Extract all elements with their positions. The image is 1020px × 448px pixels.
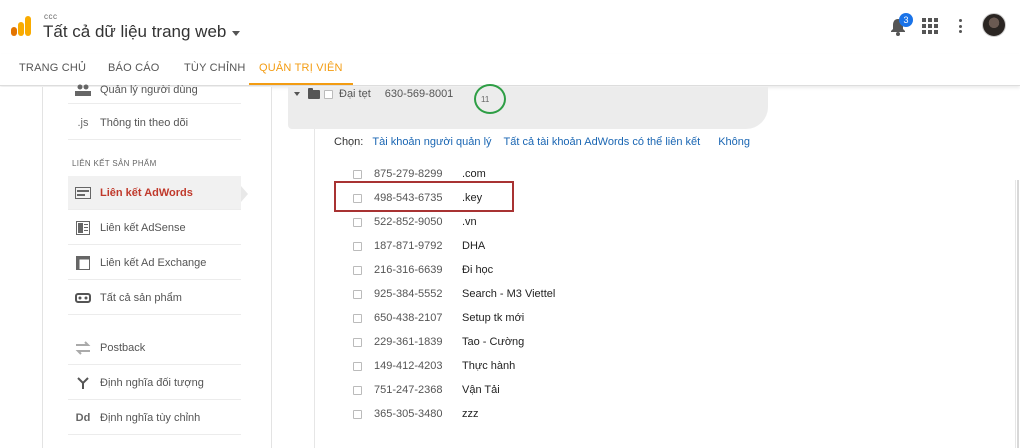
sidebar-item-ad-exchange-linking[interactable]: Liên kết Ad Exchange [68,246,241,280]
list-item: 365-305-3480 zzz [353,406,479,422]
property-title: Tất cả dữ liệu trang web [43,22,227,41]
avatar[interactable] [982,13,1006,37]
sidebar-item-user-management[interactable]: Quản lý người dùng [68,76,241,104]
account-id: 925-384-5552 [374,288,443,300]
account-name: .com [462,168,486,180]
link-icon [74,291,92,305]
account-count-indicator: 11 [474,84,506,114]
apps-grid-icon[interactable] [922,18,938,34]
account-checkbox[interactable] [353,409,362,419]
account-name: .vn [462,216,477,228]
sidebar-item-postback[interactable]: Postback [68,331,241,365]
ad-exchange-icon [74,255,92,270]
sidebar-item-tracking-info[interactable]: .js Thông tin theo dõi [68,106,241,140]
sidebar-item-audience-definitions[interactable]: Định nghĩa đối tượng [68,366,241,400]
sidebar-item-label: Định nghĩa đối tượng [100,376,204,389]
list-item: 650-438-2107 Setup tk mới [353,310,524,326]
sidebar-right-divider [271,87,272,448]
account-id: 522-852-9050 [374,216,443,228]
sidebar-item-adwords-linking[interactable]: Liên kết AdWords [68,176,241,210]
account-name: Thực hành [462,360,516,372]
adwords-icon [74,186,92,200]
account-id: 216-316-6639 [374,264,443,276]
select-all-linkable-link[interactable]: Tất cả tài khoản AdWords có thể liên kết [504,136,701,148]
sidebar-item-label: Thông tin theo dõi [100,116,189,129]
account-checkbox[interactable] [353,169,362,179]
analytics-logo-icon[interactable] [9,14,33,38]
users-icon [74,83,92,97]
account-checkbox[interactable] [353,217,362,227]
tab-admin[interactable]: QUẢN TRỊ VIÊN [249,54,353,85]
account-name: zzz [462,408,479,420]
sidebar-item-label: Định nghĩa tùy chỉnh [100,411,201,424]
account-checkbox[interactable] [353,313,362,323]
sidebar-item-adsense-linking[interactable]: Liên kết AdSense [68,211,241,245]
account-checkbox[interactable] [353,241,362,251]
sidebar-item-label: Liên kết AdWords [100,186,193,199]
account-name: Tao - Cường [462,336,525,348]
list-item: 149-412-4203 Thực hành [353,358,515,374]
dd-icon: Dd [75,411,91,424]
sidebar-item-label: Postback [100,341,146,354]
section-product-linking: LIÊN KẾT SẢN PHẨM [72,159,157,168]
top-header: ccc Tất cả dữ liệu trang web 3 [0,0,1020,54]
folder-icon [308,87,320,99]
account-name: Vận Tải [462,384,500,396]
select-label: Chọn: [334,136,364,148]
select-none-link[interactable]: Không [718,136,750,148]
more-vert-icon[interactable] [956,18,964,34]
list-item: 187-871-9792 DHA [353,238,485,254]
expand-triangle-icon[interactable] [294,92,300,96]
property-selector[interactable]: Tất cả dữ liệu trang web [43,22,241,42]
account-name: DHA [462,240,486,252]
account-checkbox[interactable] [353,337,362,347]
account-checkbox[interactable] [353,265,362,275]
group-id: 630-569-8001 [384,88,454,100]
sidebar-left-divider [42,87,43,448]
sidebar-item-label: Liên kết Ad Exchange [100,256,207,269]
js-icon: .js [77,116,89,129]
content-divider [314,129,315,448]
sidebar-item-custom-definitions[interactable]: Dd Định nghĩa tùy chỉnh [68,401,241,435]
account-group-row: Đại tẹt 630-569-8001 [294,87,453,101]
group-checkbox[interactable] [324,89,333,99]
scrollbar[interactable] [1017,180,1019,448]
notification-badge: 3 [899,13,913,27]
account-id: 650-438-2107 [374,312,443,324]
account-id: 229-361-1839 [374,336,443,348]
account-checkbox[interactable] [353,289,362,299]
audience-icon [74,376,92,390]
caret-down-icon [232,30,241,36]
sidebar-item-all-products[interactable]: Tất cả sản phẩm [68,281,241,315]
active-item-pointer [241,186,248,202]
account-id: 751-247-2368 [374,384,443,396]
select-options: Chọn: Tài khoản người quản lý Tất cả tài… [334,136,762,148]
sidebar-item-label: Quản lý người dùng [100,83,198,96]
list-item: 216-316-6639 Đi học [353,262,493,278]
highlight-box [334,181,514,212]
scroll-track [1015,180,1016,448]
list-item: 925-384-5552 Search - M3 Viettel [353,286,555,302]
account-checkbox[interactable] [353,385,362,395]
account-id: 365-305-3480 [374,408,443,420]
account-name: Setup tk mới [462,312,525,324]
account-name: ccc [44,12,58,21]
list-item: 875-279-8299 .com [353,166,486,182]
adsense-icon [74,220,92,235]
sidebar-item-label: Liên kết AdSense [100,221,186,234]
select-manager-accounts-link[interactable]: Tài khoản người quản lý [372,136,491,148]
list-item: 751-247-2368 Vận Tải [353,382,500,398]
account-name: Search - M3 Viettel [462,288,556,300]
group-name: Đại tẹt [339,88,371,100]
list-item: 522-852-9050 .vn [353,214,477,230]
account-id: 149-412-4203 [374,360,443,372]
account-checkbox[interactable] [353,361,362,371]
sidebar-item-label: Tất cả sản phẩm [100,291,182,304]
list-item: 229-361-1839 Tao - Cường [353,334,524,350]
account-id: 187-871-9792 [374,240,443,252]
account-name: Đi học [462,264,494,276]
postback-icon [74,340,92,355]
account-id: 875-279-8299 [374,168,443,180]
